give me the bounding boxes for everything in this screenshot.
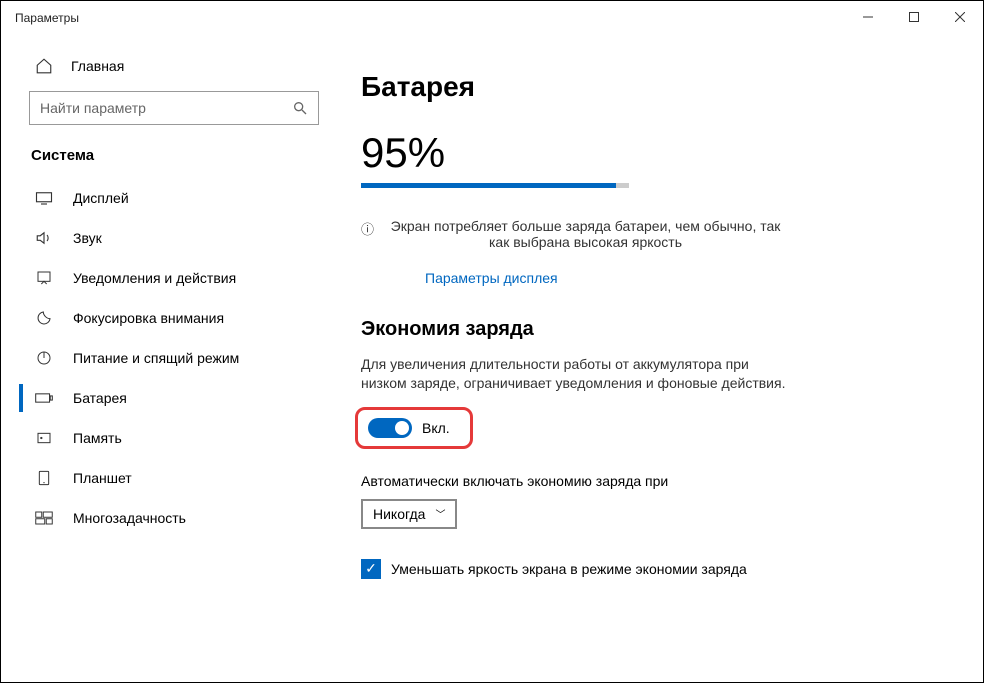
sidebar-item-notifications[interactable]: Уведомления и действия [1, 258, 331, 298]
battery-icon [35, 392, 53, 404]
sidebar-item-multitasking[interactable]: Многозадачность [1, 498, 331, 538]
home-icon [35, 57, 53, 75]
display-icon [35, 191, 53, 205]
sidebar-item-power[interactable]: Питание и спящий режим [1, 338, 331, 378]
auto-enable-label: Автоматически включать экономию заряда п… [361, 473, 953, 489]
nav-label: Многозадачность [73, 510, 186, 526]
battery-saver-toggle[interactable] [368, 418, 412, 438]
page-title: Батарея [361, 71, 953, 103]
search-input[interactable]: Найти параметр [29, 91, 319, 125]
sidebar-item-sound[interactable]: Звук [1, 218, 331, 258]
tip-text: Экран потребляет больше заряда батареи, … [380, 218, 791, 250]
minimize-button[interactable] [845, 1, 891, 33]
sidebar: Главная Найти параметр Система Дисплей З… [1, 35, 331, 682]
display-settings-link[interactable]: Параметры дисплея [425, 270, 558, 286]
nav-label: Звук [73, 230, 102, 246]
maximize-button[interactable] [891, 1, 937, 33]
sidebar-item-display[interactable]: Дисплей [1, 178, 331, 218]
search-icon [292, 100, 308, 116]
storage-icon [35, 430, 53, 446]
battery-saver-toggle-highlight: Вкл. [355, 407, 473, 449]
home-link[interactable]: Главная [1, 47, 331, 85]
nav-label: Память [73, 430, 122, 446]
close-button[interactable] [937, 1, 983, 33]
saver-description: Для увеличения длительности работы от ак… [361, 355, 791, 393]
brightness-checkbox-label: Уменьшать яркость экрана в режиме эконом… [391, 561, 747, 577]
power-icon [35, 350, 53, 366]
battery-percent: 95% [361, 129, 953, 177]
section-title: Система [1, 143, 331, 178]
window-controls [845, 1, 983, 33]
window-title: Параметры [15, 11, 79, 25]
select-value: Никогда [373, 506, 425, 522]
nav-label: Батарея [73, 390, 127, 406]
brightness-checkbox-row: ✓ Уменьшать яркость экрана в режиме экон… [361, 559, 953, 579]
titlebar: Параметры [1, 1, 983, 35]
focus-icon [35, 310, 53, 326]
nav-label: Питание и спящий режим [73, 350, 239, 366]
chevron-down-icon: ﹀ [435, 506, 445, 521]
toggle-state-label: Вкл. [422, 420, 450, 436]
sidebar-item-tablet[interactable]: Планшет [1, 458, 331, 498]
home-label: Главная [71, 58, 124, 74]
info-icon: ⓘ [361, 219, 374, 238]
nav-label: Фокусировка внимания [73, 310, 224, 326]
battery-progress-fill [361, 183, 616, 188]
nav-label: Уведомления и действия [73, 270, 236, 286]
sidebar-item-focus[interactable]: Фокусировка внимания [1, 298, 331, 338]
main-content: Батарея 95% ⓘ Экран потребляет больше за… [331, 35, 983, 682]
nav-label: Дисплей [73, 190, 129, 206]
saver-heading: Экономия заряда [361, 318, 953, 341]
sidebar-item-storage[interactable]: Память [1, 418, 331, 458]
brightness-checkbox[interactable]: ✓ [361, 559, 381, 579]
auto-enable-select[interactable]: Никогда ﹀ [361, 499, 457, 529]
notifications-icon [35, 270, 53, 286]
sidebar-item-battery[interactable]: Батарея [1, 378, 331, 418]
search-placeholder: Найти параметр [40, 100, 146, 116]
tablet-icon [35, 470, 53, 486]
sound-icon [35, 230, 53, 246]
battery-tip: ⓘ Экран потребляет больше заряда батареи… [361, 218, 791, 250]
nav-label: Планшет [73, 470, 132, 486]
multitasking-icon [35, 511, 53, 525]
battery-progress [361, 183, 629, 188]
